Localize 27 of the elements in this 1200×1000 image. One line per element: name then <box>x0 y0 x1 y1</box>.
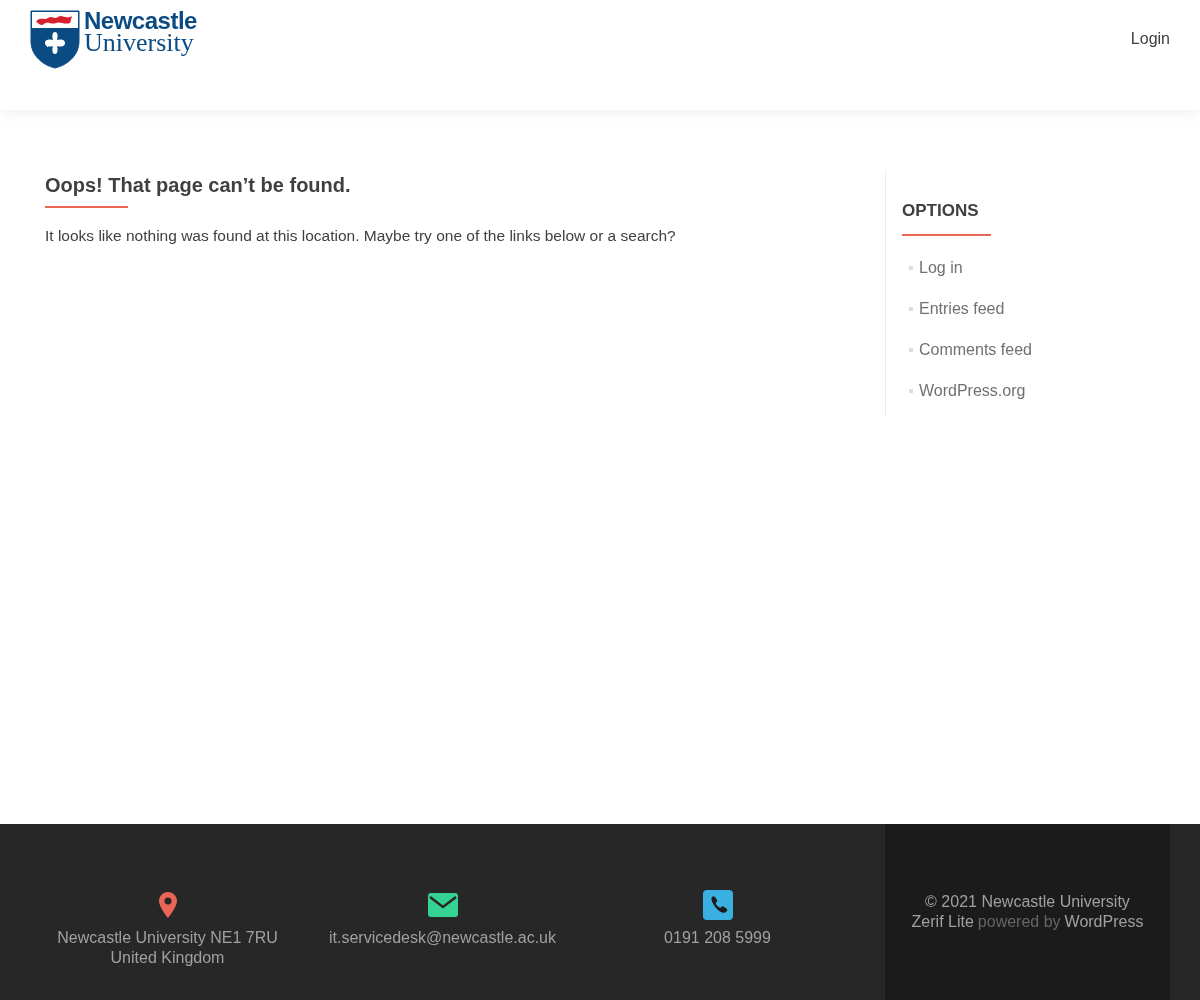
theme-link[interactable]: Zerif Lite <box>911 912 974 932</box>
copyright-text: © 2021 Newcastle University <box>925 892 1130 912</box>
bullet-icon <box>909 388 913 393</box>
bullet-icon <box>909 306 913 311</box>
platform-link[interactable]: WordPress <box>1064 912 1144 932</box>
contact-text: Newcastle University NE1 7RU <box>57 928 278 948</box>
sidebar-link[interactable]: Comments feed <box>919 337 1032 362</box>
bullet-icon <box>909 347 913 352</box>
envelope-icon <box>427 893 458 917</box>
phone-icon <box>702 890 733 920</box>
logo-wordmark: Newcastle <box>84 10 197 32</box>
logo-wordmark: University <box>84 32 194 54</box>
contact-text[interactable]: 0191 208 5999 <box>664 928 771 948</box>
nav-link[interactable]: Login <box>1130 27 1170 51</box>
sidebar-heading: OPTIONS <box>902 200 980 222</box>
contact-text: United Kingdom <box>110 948 225 968</box>
sidebar-link[interactable]: WordPress.org <box>919 378 1026 403</box>
shield-crest-icon <box>30 10 80 69</box>
powered-by-text: powered by <box>977 912 1061 932</box>
bullet-icon <box>909 265 913 270</box>
contact-text[interactable]: it.servicedesk@newcastle.ac.uk <box>329 928 556 948</box>
university-logo[interactable]: Newcastle University <box>30 10 197 69</box>
error-message: It looks like nothing was found at this location. Maybe try one of the links below or a search? <box>45 226 677 246</box>
sidebar-link[interactable]: Log in <box>919 255 963 280</box>
map-pin-icon <box>158 892 177 918</box>
sidebar-link[interactable]: Entries feed <box>919 296 1005 321</box>
page-title: Oops! That page can’t be found. <box>45 173 351 198</box>
